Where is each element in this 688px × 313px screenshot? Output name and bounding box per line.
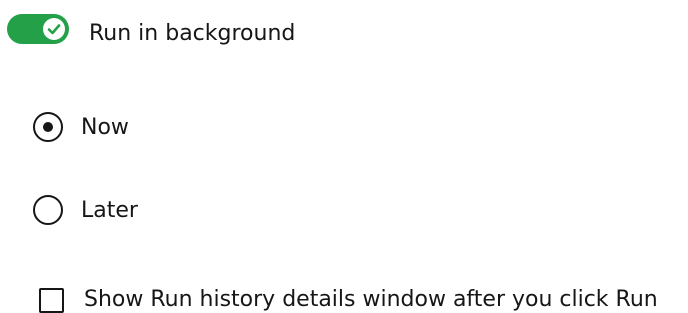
- radio-circle-selected[interactable]: [33, 112, 63, 142]
- run-in-background-toggle[interactable]: [7, 14, 69, 44]
- toggle-knob: [43, 18, 65, 40]
- toggle-label: Run in background: [89, 21, 296, 46]
- radio-label-later: Later: [81, 198, 138, 223]
- checkmark-icon: [47, 24, 61, 35]
- radio-dot: [43, 122, 53, 132]
- show-run-history-checkbox[interactable]: [39, 288, 64, 313]
- radio-circle[interactable]: [33, 195, 63, 225]
- radio-label-now: Now: [81, 115, 129, 140]
- show-run-history-label: Show Run history details window after yo…: [84, 287, 658, 312]
